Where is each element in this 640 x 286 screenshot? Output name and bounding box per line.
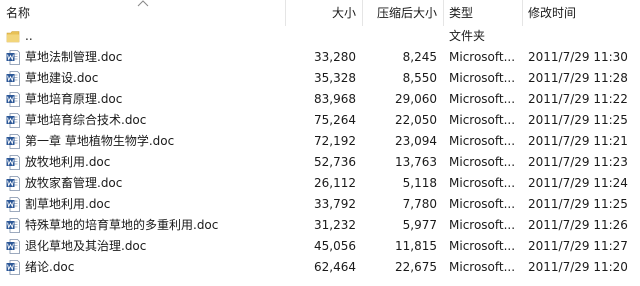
- file-modified: 2011/7/29 11:26: [528, 218, 628, 232]
- file-size: 72,192: [314, 134, 356, 148]
- file-compressed-size: 5,977: [402, 218, 437, 232]
- word-doc-icon: [6, 134, 20, 149]
- column-divider[interactable]: [285, 0, 286, 26]
- word-doc-icon: [6, 176, 20, 191]
- file-type: 文件夹: [449, 29, 486, 43]
- column-header-type[interactable]: 类型: [449, 0, 473, 26]
- file-type: Microsoft...: [449, 239, 516, 253]
- file-size: 45,056: [314, 239, 356, 253]
- file-modified: 2011/7/29 11:30: [528, 50, 628, 64]
- column-divider[interactable]: [522, 0, 523, 26]
- file-name: 草地培育综合技术.doc: [25, 113, 147, 127]
- file-size: 62,464: [314, 260, 356, 274]
- word-doc-icon: [6, 71, 20, 86]
- file-row[interactable]: 特殊草地的培育草地的多重利用.doc 31,232 5,977 Microsof…: [0, 215, 640, 236]
- file-compressed-size: 22,675: [395, 260, 437, 274]
- column-header-name[interactable]: 名称: [6, 0, 30, 26]
- folder-icon: [6, 31, 20, 43]
- file-type: Microsoft...: [449, 71, 516, 85]
- file-row[interactable]: 草地法制管理.doc 33,280 8,245 Microsoft... 201…: [0, 47, 640, 68]
- file-modified: 2011/7/29 11:20: [528, 260, 628, 274]
- file-row[interactable]: 草地建设.doc 35,328 8,550 Microsoft... 2011/…: [0, 68, 640, 89]
- file-compressed-size: 23,094: [395, 134, 437, 148]
- file-modified: 2011/7/29 11:22: [528, 92, 628, 106]
- word-doc-icon: [6, 113, 20, 128]
- file-modified: 2011/7/29 11:25: [528, 197, 628, 211]
- column-divider[interactable]: [362, 0, 363, 26]
- word-doc-icon: [6, 50, 20, 65]
- file-modified: 2011/7/29 11:24: [528, 176, 628, 190]
- file-name: 退化草地及其治理.doc: [25, 239, 147, 253]
- file-row[interactable]: 草地培育综合技术.doc 75,264 22,050 Microsoft... …: [0, 110, 640, 131]
- file-modified: 2011/7/29 11:21: [528, 134, 628, 148]
- file-size: 52,736: [314, 155, 356, 169]
- file-type: Microsoft...: [449, 50, 516, 64]
- file-compressed-size: 11,815: [395, 239, 437, 253]
- file-row[interactable]: 第一章 草地植物生物学.doc 72,192 23,094 Microsoft.…: [0, 131, 640, 152]
- file-row[interactable]: 放牧家畜管理.doc 26,112 5,118 Microsoft... 201…: [0, 173, 640, 194]
- sort-ascending-icon: [137, 0, 149, 7]
- file-name: 草地建设.doc: [25, 71, 99, 85]
- word-doc-icon: [6, 260, 20, 275]
- file-type: Microsoft...: [449, 197, 516, 211]
- file-type: Microsoft...: [449, 92, 516, 106]
- file-modified: 2011/7/29 11:27: [528, 239, 628, 253]
- file-size: 35,328: [314, 71, 356, 85]
- file-name: 草地培育原理.doc: [25, 92, 123, 106]
- file-type: Microsoft...: [449, 155, 516, 169]
- file-modified: 2011/7/29 11:23: [528, 155, 628, 169]
- column-header-modified[interactable]: 修改时间: [528, 0, 576, 26]
- file-compressed-size: 7,780: [402, 197, 437, 211]
- file-size: 33,792: [314, 197, 356, 211]
- file-name: 割草地利用.doc: [25, 197, 111, 211]
- file-compressed-size: 13,763: [395, 155, 437, 169]
- file-type: Microsoft...: [449, 260, 516, 274]
- column-header-size[interactable]: 大小: [300, 0, 356, 26]
- file-compressed-size: 8,550: [402, 71, 437, 85]
- file-type: Microsoft...: [449, 218, 516, 232]
- file-name: 放牧家畜管理.doc: [25, 176, 123, 190]
- file-compressed-size: 8,245: [402, 50, 437, 64]
- file-row[interactable]: 退化草地及其治理.doc 45,056 11,815 Microsoft... …: [0, 236, 640, 257]
- file-modified: 2011/7/29 11:25: [528, 113, 628, 127]
- word-doc-icon: [6, 239, 20, 254]
- file-type: Microsoft...: [449, 113, 516, 127]
- file-row[interactable]: 割草地利用.doc 33,792 7,780 Microsoft... 2011…: [0, 194, 640, 215]
- word-doc-icon: [6, 92, 20, 107]
- column-header-bar: 名称 大小 压缩后大小 类型 修改时间: [0, 0, 640, 26]
- file-name: 特殊草地的培育草地的多重利用.doc: [25, 218, 219, 232]
- file-size: 31,232: [314, 218, 356, 232]
- file-type: Microsoft...: [449, 134, 516, 148]
- column-divider[interactable]: [443, 0, 444, 26]
- file-size: 83,968: [314, 92, 356, 106]
- file-compressed-size: 22,050: [395, 113, 437, 127]
- file-row[interactable]: 放牧地利用.doc 52,736 13,763 Microsoft... 201…: [0, 152, 640, 173]
- file-row[interactable]: 草地培育原理.doc 83,968 29,060 Microsoft... 20…: [0, 89, 640, 110]
- file-name: 第一章 草地植物生物学.doc: [25, 134, 175, 148]
- word-doc-icon: [6, 197, 20, 212]
- parent-folder-row[interactable]: .. 文件夹: [0, 26, 640, 47]
- file-size: 26,112: [314, 176, 356, 190]
- file-name: 放牧地利用.doc: [25, 155, 111, 169]
- file-compressed-size: 29,060: [395, 92, 437, 106]
- file-modified: 2011/7/29 11:28: [528, 71, 628, 85]
- file-compressed-size: 5,118: [402, 176, 437, 190]
- file-size: 75,264: [314, 113, 356, 127]
- file-name: ..: [25, 29, 33, 43]
- word-doc-icon: [6, 155, 20, 170]
- file-type: Microsoft...: [449, 176, 516, 190]
- file-name: 草地法制管理.doc: [25, 50, 123, 64]
- file-name: 绪论.doc: [25, 260, 75, 274]
- word-doc-icon: [6, 218, 20, 233]
- column-header-compressed-size[interactable]: 压缩后大小: [367, 0, 437, 26]
- file-row[interactable]: 绪论.doc 62,464 22,675 Microsoft... 2011/7…: [0, 257, 640, 278]
- file-size: 33,280: [314, 50, 356, 64]
